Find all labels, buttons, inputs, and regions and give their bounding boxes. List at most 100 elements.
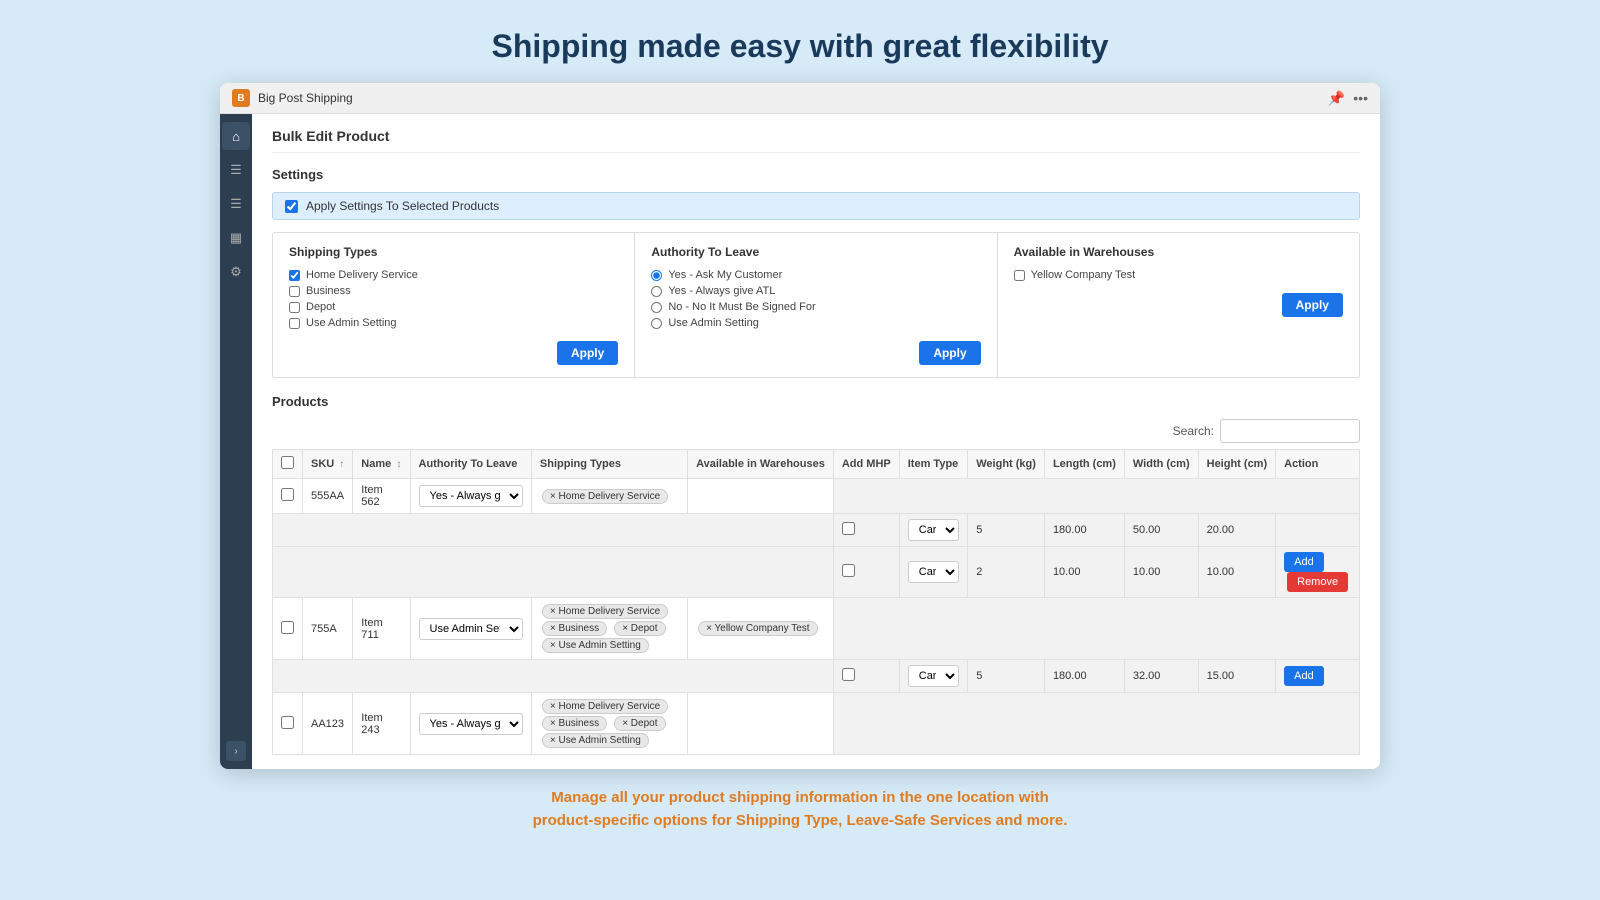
atl-always-label: Yes - Always give ATL: [668, 285, 775, 297]
row2-shipping-tag-2: × Business: [542, 621, 607, 636]
atl-always-radio[interactable]: [651, 286, 662, 297]
row3-checkbox-cell: [273, 693, 303, 755]
sidebar-item-products[interactable]: ▦: [222, 224, 250, 252]
shipping-business-label: Business: [306, 285, 351, 297]
table-row: Cartor 5 180.00 50.00 20.00: [273, 514, 1360, 547]
shipping-business-checkbox[interactable]: [289, 286, 300, 297]
more-options-icon[interactable]: •••: [1353, 90, 1368, 106]
sub-row1b-width: 10.00: [1124, 547, 1198, 598]
warehouse-yellow-checkbox[interactable]: [1014, 270, 1025, 281]
settings-section-title: Settings: [272, 167, 1360, 182]
sub-row2a-mhp-checkbox[interactable]: [842, 668, 855, 681]
sub-row1a-width: 50.00: [1124, 514, 1198, 547]
select-all-checkbox[interactable]: [281, 456, 294, 469]
sidebar-item-settings[interactable]: ⚙: [222, 258, 250, 286]
th-warehouses: Available in Warehouses: [688, 450, 834, 479]
sub-row2a-width: 32.00: [1124, 660, 1198, 693]
th-item-type: Item Type: [899, 450, 968, 479]
th-height: Height (cm): [1198, 450, 1276, 479]
row3-shipping-cell: × Home Delivery Service × Business × Dep…: [531, 693, 687, 755]
table-row: Cartor 5 180.00 32.00 15.00 Add: [273, 660, 1360, 693]
shipping-home-checkbox[interactable]: [289, 270, 300, 281]
warehouses-col: Available in Warehouses Yellow Company T…: [998, 233, 1359, 377]
sidebar-bottom: ›: [226, 741, 246, 761]
row3-authority-cell: Yes - Always give ATL Yes - Ask My Custo…: [410, 693, 531, 755]
authority-ask-customer: Yes - Ask My Customer: [651, 269, 980, 281]
row2-checkbox[interactable]: [281, 621, 294, 634]
th-width: Width (cm): [1124, 450, 1198, 479]
warehouse-yellow-label: Yellow Company Test: [1031, 269, 1136, 281]
row1-sku: 555AA: [303, 479, 353, 514]
authority-apply-button[interactable]: Apply: [919, 341, 980, 365]
sub-row1b-mhp-checkbox[interactable]: [842, 564, 855, 577]
warehouses-apply-button[interactable]: Apply: [1282, 293, 1343, 317]
sub-row1b-type-select[interactable]: Cartor: [908, 561, 960, 583]
app-icon: B: [232, 89, 250, 107]
row3-shipping-tag-3: × Depot: [614, 716, 665, 731]
shipping-type-business: Business: [289, 285, 618, 297]
search-input[interactable]: [1220, 419, 1360, 443]
sub-row2a-mhp: [833, 660, 899, 693]
search-label: Search:: [1173, 424, 1214, 438]
row2-warehouse-tag-1: × Yellow Company Test: [698, 621, 818, 636]
row1-shipping-tag-1: × Home Delivery Service: [542, 489, 668, 504]
row2-checkbox-cell: [273, 598, 303, 660]
sub-row1a-mhp: [833, 514, 899, 547]
row1-checkbox[interactable]: [281, 488, 294, 501]
row2-empty: [833, 598, 1359, 660]
app-body: ⌂ ☰ ☰ ▦ ⚙ › Bulk Edit Product Settings A…: [220, 114, 1380, 769]
sidebar-item-list1[interactable]: ☰: [222, 156, 250, 184]
row3-sku: AA123: [303, 693, 353, 755]
authority-always-atl: Yes - Always give ATL: [651, 285, 980, 297]
atl-no-label: No - No It Must Be Signed For: [668, 301, 815, 313]
sub-row1b-remove-button[interactable]: Remove: [1287, 572, 1348, 592]
th-authority: Authority To Leave: [410, 450, 531, 479]
sidebar-item-list2[interactable]: ☰: [222, 190, 250, 218]
pin-icon[interactable]: 📌: [1328, 90, 1345, 107]
title-bar-right: 📌 •••: [1328, 90, 1368, 107]
search-bar: Search:: [272, 419, 1360, 443]
row3-authority-select[interactable]: Yes - Always give ATL Yes - Ask My Custo…: [419, 713, 523, 735]
table-row: 755A Item 711 Use Admin Setting Yes - Al…: [273, 598, 1360, 660]
shipping-depot-checkbox[interactable]: [289, 302, 300, 313]
app-window: B Big Post Shipping 📌 ••• ⌂ ☰ ☰ ▦ ⚙ › Bu…: [220, 83, 1380, 769]
sub-row1b-actions: Add Remove: [1276, 547, 1360, 598]
sub-row1b-mhp: [833, 547, 899, 598]
apply-settings-checkbox[interactable]: [285, 200, 298, 213]
atl-no-radio[interactable]: [651, 302, 662, 313]
row2-shipping-cell: × Home Delivery Service × Business × Dep…: [531, 598, 687, 660]
shipping-type-depot: Depot: [289, 301, 618, 313]
atl-ask-label: Yes - Ask My Customer: [668, 269, 782, 281]
row1-authority-select[interactable]: Yes - Always give ATL Yes - Ask My Custo…: [419, 485, 523, 507]
sidebar-item-home[interactable]: ⌂: [222, 122, 250, 150]
th-name[interactable]: Name ↕: [353, 450, 410, 479]
atl-ask-radio[interactable]: [651, 270, 662, 281]
sub-row1b-add-button[interactable]: Add: [1284, 552, 1324, 572]
sub-row1a-mhp-checkbox[interactable]: [842, 522, 855, 535]
warehouses-title: Available in Warehouses: [1014, 245, 1343, 259]
main-content: Bulk Edit Product Settings Apply Setting…: [252, 114, 1380, 769]
row3-checkbox[interactable]: [281, 716, 294, 729]
th-sku[interactable]: SKU ↑: [303, 450, 353, 479]
row3-shipping-tag-2: × Business: [542, 716, 607, 731]
shipping-types-apply-button[interactable]: Apply: [557, 341, 618, 365]
sub-row2a-type-select[interactable]: Cartor: [908, 665, 960, 687]
atl-admin-label: Use Admin Setting: [668, 317, 759, 329]
sub-row2a-actions: Add: [1276, 660, 1360, 693]
sidebar: ⌂ ☰ ☰ ▦ ⚙ ›: [220, 114, 252, 769]
sidebar-expand-btn[interactable]: ›: [226, 741, 246, 761]
th-checkbox: [273, 450, 303, 479]
row2-shipping-tag-4: × Use Admin Setting: [542, 638, 649, 653]
bottom-text: Manage all your product shipping informa…: [533, 787, 1068, 832]
sub-row2a-add-button[interactable]: Add: [1284, 666, 1324, 686]
sub-row2a-height: 15.00: [1198, 660, 1276, 693]
row2-authority-select[interactable]: Use Admin Setting Yes - Always give ATL …: [419, 618, 523, 640]
shipping-admin-checkbox[interactable]: [289, 318, 300, 329]
atl-admin-radio[interactable]: [651, 318, 662, 329]
sub-row2a-length: 180.00: [1044, 660, 1124, 693]
th-action: Action: [1276, 450, 1360, 479]
page-title: Shipping made easy with great flexibilit…: [491, 28, 1108, 65]
shipping-home-label: Home Delivery Service: [306, 269, 418, 281]
bottom-text-line1: Manage all your product shipping informa…: [551, 789, 1049, 806]
sub-row1a-type-select[interactable]: Cartor: [908, 519, 960, 541]
